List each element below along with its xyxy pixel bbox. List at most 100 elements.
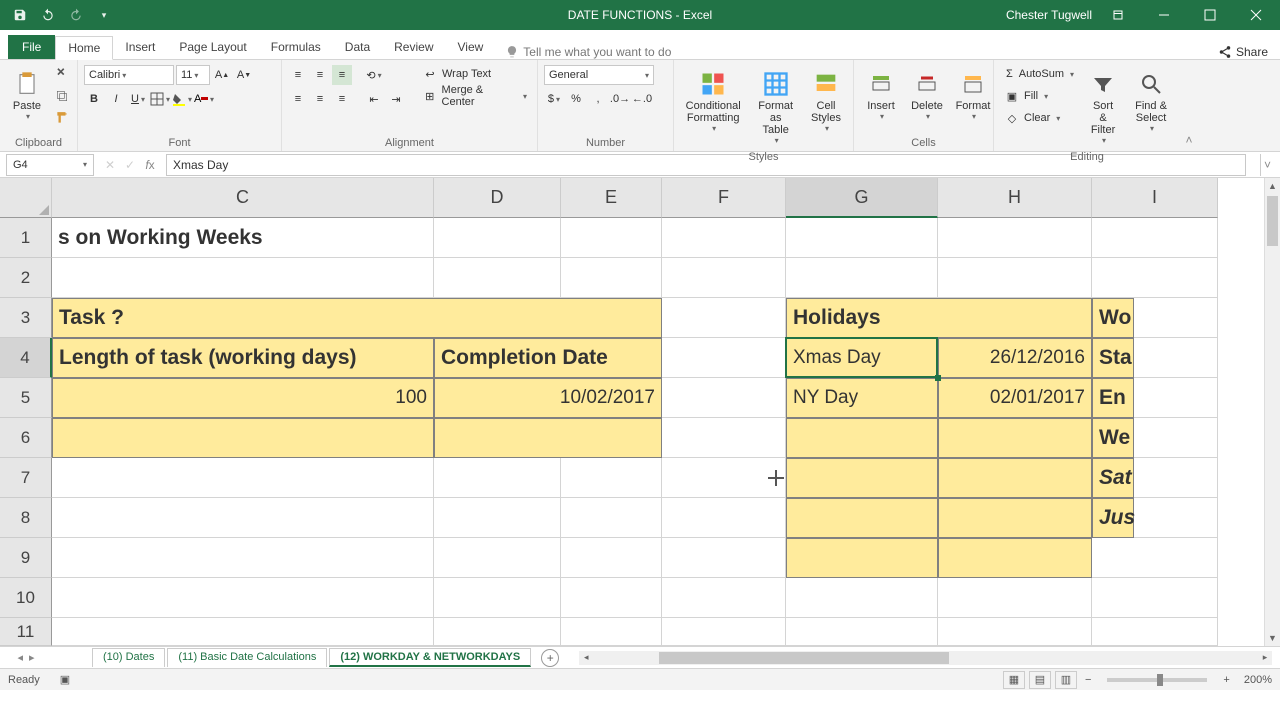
cell[interactable] [434,458,561,498]
cell[interactable]: Holidays [786,298,1092,338]
cell[interactable]: We [1092,418,1134,458]
fx-icon[interactable]: fx [142,158,158,172]
scroll-left-icon[interactable]: ◂ [579,651,593,665]
cell[interactable] [938,218,1092,258]
close-icon[interactable] [1236,0,1276,30]
column-header[interactable]: I [1092,178,1218,218]
cell[interactable] [662,618,786,646]
cell[interactable] [561,458,662,498]
align-center-icon[interactable]: ≡ [310,89,330,109]
cell[interactable] [662,418,786,458]
cell[interactable]: Xmas Day [786,338,938,378]
comma-icon[interactable]: , [588,89,608,109]
cell[interactable] [52,498,434,538]
increase-font-icon[interactable]: A▲ [212,65,232,85]
row-header[interactable]: 10 [0,578,52,618]
cell[interactable] [561,258,662,298]
insert-cells-button[interactable]: Insert▾ [860,64,902,125]
cell[interactable] [662,538,786,578]
decrease-decimal-icon[interactable]: ←.0 [632,89,652,109]
cell[interactable]: Sat [1092,458,1134,498]
cell[interactable] [434,618,561,646]
share-button[interactable]: Share [1218,45,1268,59]
align-bottom-icon[interactable]: ≡ [332,65,352,85]
merge-center-button[interactable]: ⊞Merge & Center▾ [418,86,531,106]
spreadsheet-grid[interactable]: CDEFGHI 1234567891011 s on Working Weeks… [0,178,1280,646]
accounting-icon[interactable]: $▾ [544,89,564,109]
cell[interactable]: Sta [1092,338,1134,378]
cell[interactable] [561,578,662,618]
conditional-formatting-button[interactable]: Conditional Formatting▾ [680,64,746,137]
enter-formula-icon[interactable]: ✓ [122,158,138,172]
wrap-text-button[interactable]: ↩Wrap Text [418,64,531,84]
cell[interactable] [662,378,786,418]
cell[interactable]: NY Day [786,378,938,418]
cell[interactable] [434,578,561,618]
row-header[interactable]: 5 [0,378,52,418]
column-header[interactable]: C [52,178,434,218]
fill-handle[interactable] [935,375,941,381]
font-color-icon[interactable]: A▾ [194,89,214,109]
redo-icon[interactable] [64,3,88,27]
normal-view-icon[interactable]: ▦ [1003,671,1025,689]
undo-icon[interactable] [36,3,60,27]
cell[interactable] [434,258,561,298]
align-right-icon[interactable]: ≡ [332,89,352,109]
row-header[interactable]: 7 [0,458,52,498]
cell[interactable]: 26/12/2016 [938,338,1092,378]
zoom-in-icon[interactable]: + [1219,674,1233,686]
scroll-thumb[interactable] [1267,196,1278,246]
cell[interactable]: Length of task (working days) [52,338,434,378]
fill-button[interactable]: ▣Fill▾ [1000,86,1078,106]
cell[interactable] [561,538,662,578]
cell[interactable] [938,418,1092,458]
cell[interactable]: 02/01/2017 [938,378,1092,418]
row-header[interactable]: 9 [0,538,52,578]
cell[interactable] [662,498,786,538]
cell[interactable] [52,418,434,458]
page-layout-view-icon[interactable]: ▤ [1029,671,1051,689]
cell[interactable] [786,418,938,458]
horizontal-scrollbar[interactable]: ◂ ▸ [579,651,1272,665]
cell[interactable] [662,258,786,298]
row-header[interactable]: 6 [0,418,52,458]
increase-indent-icon[interactable]: ⇥ [386,89,406,109]
align-left-icon[interactable]: ≡ [288,89,308,109]
page-break-view-icon[interactable]: ▥ [1055,671,1077,689]
cell[interactable] [938,258,1092,298]
scroll-up-icon[interactable]: ▲ [1265,178,1280,194]
zoom-level[interactable]: 200% [1244,674,1272,686]
decrease-font-icon[interactable]: A▼ [234,65,254,85]
tell-me-search[interactable]: Tell me what you want to do [505,45,671,59]
format-painter-icon[interactable] [52,108,72,128]
cell[interactable]: Wo [1092,298,1134,338]
cell[interactable] [52,578,434,618]
cell[interactable] [938,618,1092,646]
percent-icon[interactable]: % [566,89,586,109]
cell[interactable] [786,458,938,498]
italic-icon[interactable]: I [106,89,126,109]
cell[interactable] [1092,538,1218,578]
format-cells-button[interactable]: Format▾ [952,64,994,125]
cell[interactable] [434,538,561,578]
add-sheet-icon[interactable]: + [541,649,559,667]
row-header[interactable]: 8 [0,498,52,538]
sheet-nav[interactable]: ◂▸ [0,651,52,664]
name-box[interactable]: G4▾ [6,154,94,176]
cell[interactable]: s on Working Weeks [52,218,434,258]
row-header[interactable]: 11 [0,618,52,646]
cell[interactable] [786,538,938,578]
zoom-out-icon[interactable]: − [1081,674,1095,686]
cell[interactable] [786,258,938,298]
underline-icon[interactable]: U▾ [128,89,148,109]
sort-filter-button[interactable]: Sort & Filter▾ [1082,64,1124,149]
scroll-down-icon[interactable]: ▼ [1265,630,1280,646]
cell[interactable]: Completion Date [434,338,662,378]
cell[interactable]: En [1092,378,1134,418]
cell[interactable] [434,418,662,458]
cell[interactable] [52,538,434,578]
cell[interactable] [434,498,561,538]
sheet-tab[interactable]: (11) Basic Date Calculations [167,648,327,667]
cell[interactable] [786,578,938,618]
cell-styles-button[interactable]: Cell Styles▾ [805,64,847,137]
